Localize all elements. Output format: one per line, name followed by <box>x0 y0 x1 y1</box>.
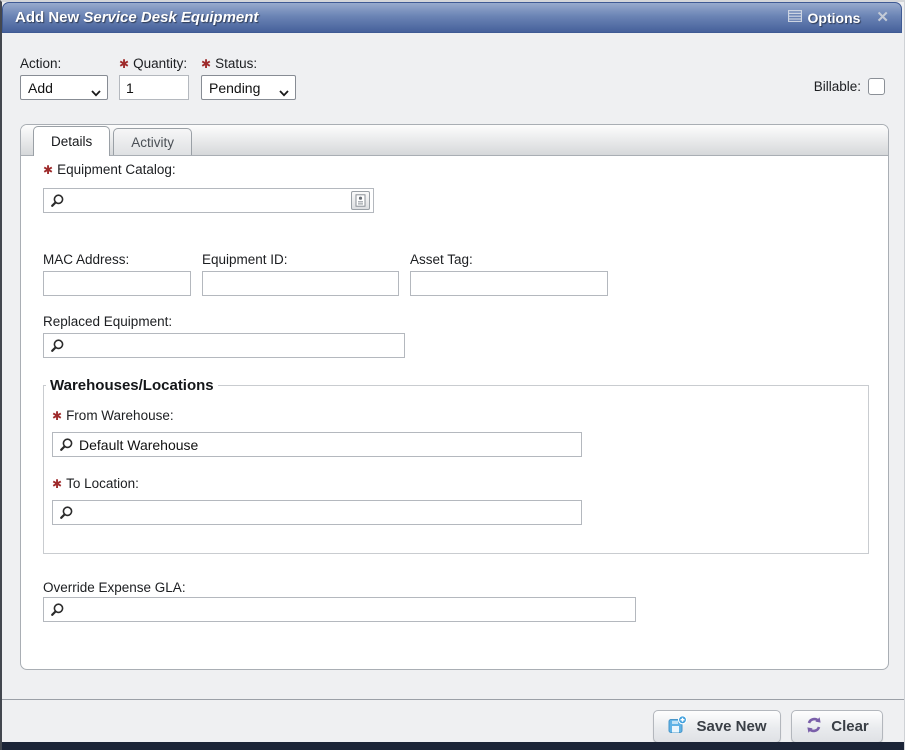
from-warehouse-field <box>52 432 582 457</box>
title-entity: Service Desk Equipment <box>83 9 258 26</box>
options-label: Options <box>808 10 861 26</box>
required-marker: ✱ <box>119 57 129 71</box>
tab-details[interactable]: Details <box>33 126 110 156</box>
required-marker: ✱ <box>201 57 211 71</box>
mac-address-label: MAC Address: <box>43 252 129 267</box>
picker-item-icon <box>355 194 366 207</box>
close-icon[interactable]: ✕ <box>876 10 889 25</box>
tab-activity[interactable]: Activity <box>113 128 192 155</box>
to-location-field <box>52 500 582 525</box>
warehouses-locations-legend: Warehouses/Locations <box>46 377 218 394</box>
required-marker: ✱ <box>43 163 53 177</box>
status-select[interactable]: Pending <box>201 75 296 100</box>
required-marker: ✱ <box>52 477 62 491</box>
billable-checkbox[interactable] <box>868 78 885 95</box>
refresh-icon <box>805 716 823 738</box>
tabstrip: Details Activity <box>21 125 888 156</box>
quantity-label: ✱Quantity: <box>119 56 187 71</box>
billable-row: Billable: <box>814 78 885 95</box>
equipment-catalog-input[interactable] <box>44 189 373 212</box>
billable-label: Billable: <box>814 79 861 94</box>
asset-tag-label: Asset Tag: <box>410 252 473 267</box>
footer-divider <box>2 699 905 700</box>
equipment-id-input[interactable] <box>202 271 399 296</box>
equipment-id-label: Equipment ID: <box>202 252 288 267</box>
save-plus-icon <box>667 715 688 739</box>
override-expense-gla-label: Override Expense GLA: <box>43 580 186 595</box>
asset-tag-input[interactable] <box>410 271 608 296</box>
warehouses-locations-group: Warehouses/Locations ✱From Warehouse: ✱T… <box>43 377 869 554</box>
from-warehouse-input[interactable] <box>53 433 581 456</box>
to-location-input[interactable] <box>53 501 581 524</box>
status-label: ✱Status: <box>201 56 257 71</box>
add-equipment-dialog: Add New Service Desk Equipment Options ✕… <box>0 0 905 750</box>
replaced-equipment-input[interactable] <box>44 334 404 357</box>
action-label: Action: <box>20 56 61 71</box>
options-list-icon <box>788 9 802 27</box>
replaced-equipment-field <box>43 333 405 358</box>
save-new-label: Save New <box>696 718 766 735</box>
dialog-title: Add New Service Desk Equipment <box>15 9 258 26</box>
required-marker: ✱ <box>52 409 62 423</box>
titlebar: Add New Service Desk Equipment Options ✕ <box>2 2 902 33</box>
save-new-button[interactable]: Save New <box>653 710 781 743</box>
title-prefix: Add New <box>15 9 83 26</box>
equipment-catalog-label: ✱Equipment Catalog: <box>43 162 176 177</box>
options-button[interactable]: Options <box>788 9 861 27</box>
from-warehouse-label: ✱From Warehouse: <box>52 408 174 423</box>
clear-label: Clear <box>831 718 869 735</box>
replaced-equipment-label: Replaced Equipment: <box>43 314 172 329</box>
override-expense-gla-input[interactable] <box>44 598 635 621</box>
mac-address-input[interactable] <box>43 271 191 296</box>
override-expense-gla-field <box>43 597 636 622</box>
to-location-label: ✱To Location: <box>52 476 139 491</box>
action-select[interactable]: Add <box>20 75 108 100</box>
equipment-catalog-field <box>43 188 374 213</box>
catalog-picker-button[interactable] <box>351 191 370 210</box>
quantity-input[interactable] <box>119 75 189 100</box>
window-bottom-edge <box>2 742 905 750</box>
clear-button[interactable]: Clear <box>791 710 883 743</box>
details-panel: Details Activity ✱Equipment Catalog: MAC… <box>20 124 889 670</box>
